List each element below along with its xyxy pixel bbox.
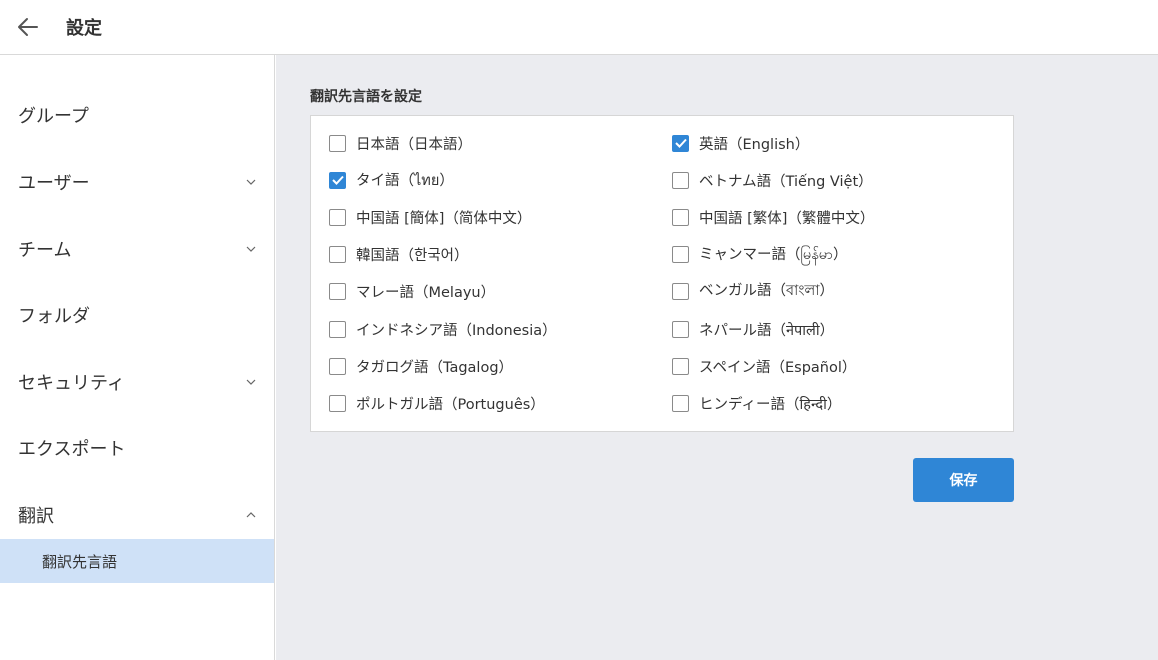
language-checkbox[interactable]	[672, 134, 689, 152]
language-label: ベンガル語（বাংলা）	[699, 283, 835, 300]
language-checkbox[interactable]	[329, 357, 346, 375]
sidebar-item-label: セキュリティ	[18, 373, 125, 394]
language-label: タイ語（ไทย）	[356, 172, 454, 189]
language-list: 日本語（日本語） 英語（English） タイ語（ไทย） ベトナム語（Tiếng V…	[310, 115, 1014, 432]
sidebar: グループ ユーザー チーム フォルダ セキュリティ エクスポート 翻訳 翻訳先言…	[0, 55, 275, 660]
language-label: 英語（English）	[699, 136, 810, 153]
language-checkbox[interactable]	[672, 357, 689, 375]
arrow-left-icon	[18, 18, 38, 36]
language-option[interactable]: ベンガル語（বাংলা）	[672, 280, 834, 304]
sidebar-item-label: チーム	[18, 240, 72, 261]
language-label: スペイン語（Español）	[699, 359, 857, 376]
sidebar-item-label: フォルダ	[18, 306, 90, 327]
language-checkbox[interactable]	[329, 171, 346, 189]
sidebar-item-export[interactable]: エクスポート	[0, 428, 274, 468]
language-option[interactable]: ミャンマー語（မြန်မာ）	[672, 243, 847, 267]
chevron-up-icon	[245, 509, 257, 521]
language-checkbox[interactable]	[672, 283, 689, 301]
language-checkbox[interactable]	[672, 320, 689, 338]
language-option[interactable]: マレー語（Melayu）	[329, 280, 495, 304]
header-bar: 設定	[0, 0, 1158, 55]
language-label: インドネシア語（Indonesia）	[356, 322, 557, 339]
language-checkbox[interactable]	[672, 208, 689, 226]
language-checkbox[interactable]	[329, 134, 346, 152]
back-button[interactable]	[16, 15, 40, 39]
language-label: 中国語 [簡体]（简体中文）	[356, 210, 532, 227]
language-checkbox[interactable]	[672, 246, 689, 264]
language-option[interactable]: タガログ語（Tagalog）	[329, 354, 513, 378]
sidebar-item-folders[interactable]: フォルダ	[0, 295, 274, 335]
language-option[interactable]: 中国語 [繁体]（繁體中文）	[672, 205, 874, 229]
language-label: ミャンマー語（မြန်မာ）	[699, 246, 848, 263]
language-option[interactable]: 韓国語（한국어）	[329, 243, 469, 267]
language-label: 日本語（日本語）	[356, 136, 472, 153]
language-checkbox[interactable]	[329, 283, 346, 301]
language-label: ネパール語（नेपाली）	[699, 322, 835, 339]
sidebar-item-translation[interactable]: 翻訳	[0, 495, 274, 535]
language-label: ポルトガル語（Português）	[356, 396, 545, 413]
language-option[interactable]: 英語（English）	[672, 131, 809, 155]
checkmark-icon	[674, 138, 687, 148]
sidebar-item-security[interactable]: セキュリティ	[0, 362, 274, 402]
language-label: ヒンディー語（हिन्दी）	[699, 396, 842, 413]
language-option[interactable]: インドネシア語（Indonesia）	[329, 317, 557, 341]
language-option[interactable]: ベトナム語（Tiếng Việt）	[672, 168, 873, 192]
language-checkbox[interactable]	[329, 246, 346, 264]
sidebar-item-label: エクスポート	[18, 439, 126, 460]
sidebar-item-teams[interactable]: チーム	[0, 229, 274, 269]
language-label: 中国語 [繁体]（繁體中文）	[699, 210, 875, 227]
language-option[interactable]: ネパール語（नेपाली）	[672, 317, 834, 341]
language-option[interactable]: スペイン語（Español）	[672, 354, 856, 378]
language-label: ベトナム語（Tiếng Việt）	[699, 173, 873, 190]
chevron-down-icon	[245, 376, 257, 388]
language-label: 韓国語（한국어）	[356, 248, 469, 265]
page-title: 設定	[66, 18, 102, 39]
language-option[interactable]: 日本語（日本語）	[329, 131, 472, 155]
language-checkbox[interactable]	[329, 208, 346, 226]
sidebar-item-label: 翻訳	[18, 506, 54, 527]
language-label: マレー語（Melayu）	[356, 285, 496, 302]
chevron-down-icon	[245, 176, 257, 188]
sidebar-item-groups[interactable]: グループ	[0, 95, 274, 135]
language-checkbox[interactable]	[672, 394, 689, 412]
language-option[interactable]: ヒンディー語（हिन्दी）	[672, 391, 841, 415]
section-title: 翻訳先言語を設定	[310, 89, 422, 105]
language-label: タガログ語（Tagalog）	[356, 359, 514, 376]
sidebar-item-users[interactable]: ユーザー	[0, 162, 274, 202]
language-option[interactable]: ポルトガル語（Português）	[329, 391, 545, 415]
sidebar-subitem-label: 翻訳先言語	[42, 552, 118, 571]
chevron-down-icon	[245, 243, 257, 255]
language-checkbox[interactable]	[329, 394, 346, 412]
language-checkbox[interactable]	[672, 171, 689, 189]
sidebar-item-label: ユーザー	[18, 173, 90, 194]
language-option[interactable]: タイ語（ไทย）	[329, 168, 454, 192]
checkmark-icon	[331, 175, 344, 186]
sidebar-item-label: グループ	[18, 106, 89, 127]
language-option[interactable]: 中国語 [簡体]（简体中文）	[329, 205, 531, 229]
main-content: 翻訳先言語を設定 日本語（日本語） 英語（English） タイ語（ไทย） ベトナム…	[276, 55, 1158, 660]
sidebar-subitem-target-languages[interactable]: 翻訳先言語	[0, 539, 274, 583]
save-button[interactable]: 保存	[913, 458, 1014, 502]
language-checkbox[interactable]	[329, 320, 346, 338]
